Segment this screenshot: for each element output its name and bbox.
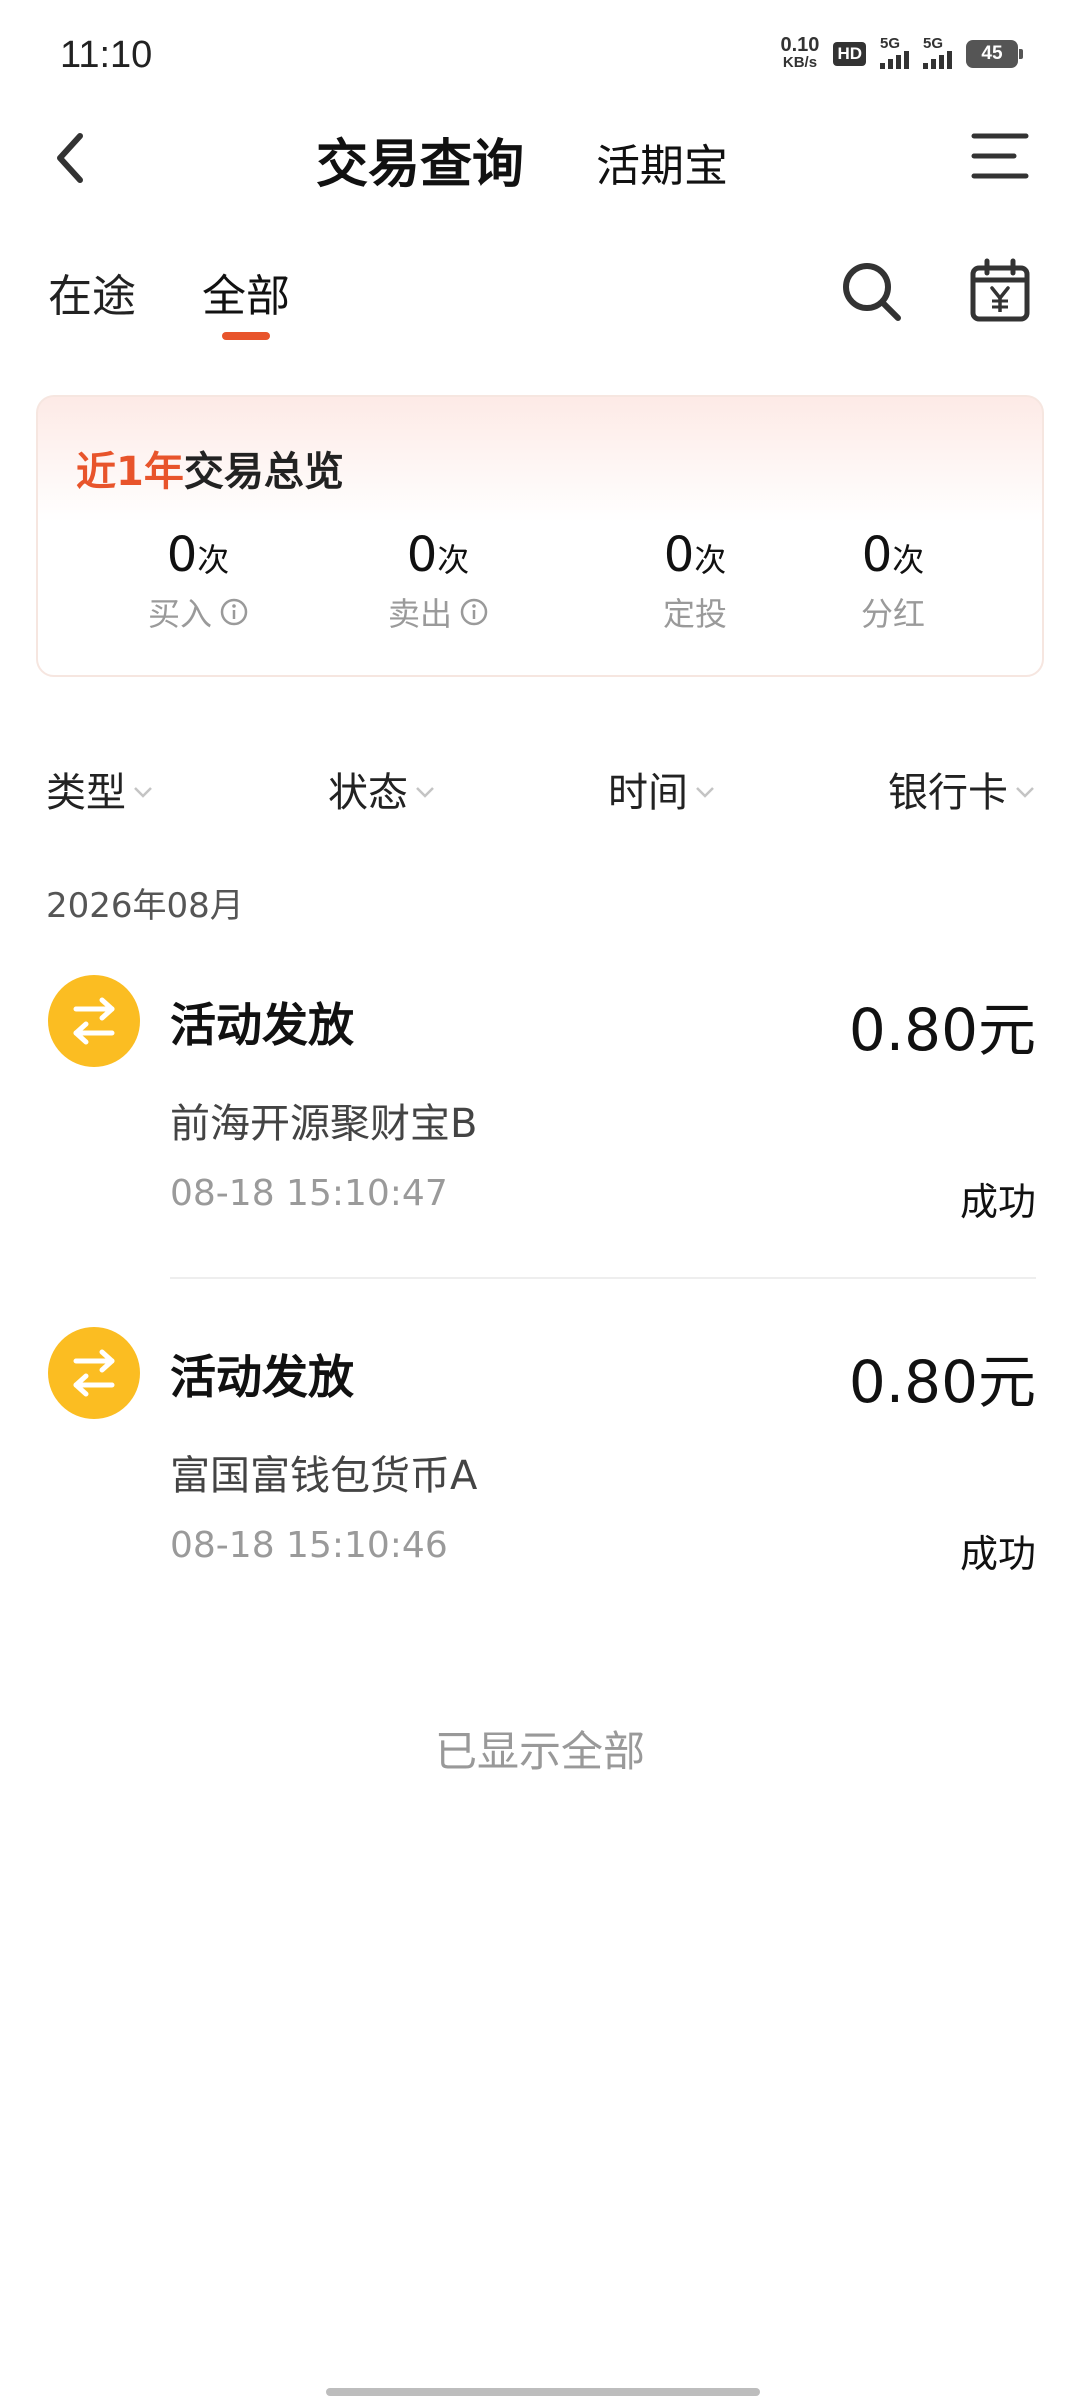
network-speed: 0.10 KB/s bbox=[780, 34, 820, 72]
signal-2-label: 5G bbox=[923, 35, 944, 52]
transaction-status: 成功 bbox=[959, 1180, 1036, 1224]
transaction-item[interactable]: 活动发放 0.80元 前海开源聚财宝B 08-18 15:10:47 成功 bbox=[0, 975, 1080, 1305]
stat-buy-value: 0 bbox=[166, 527, 198, 583]
status-time: 11:10 bbox=[60, 34, 153, 76]
search-icon[interactable] bbox=[840, 260, 904, 324]
transfer-icon bbox=[48, 975, 140, 1067]
transaction-amount: 0.80元 bbox=[848, 996, 1036, 1064]
transfer-icon bbox=[48, 1327, 140, 1419]
filter-bank-card-label: 银行卡 bbox=[888, 770, 1008, 816]
stat-dividend-unit: 次 bbox=[892, 541, 925, 579]
stat-fixed-investment-value: 0 bbox=[663, 527, 695, 583]
transaction-overview-card: 近1年交易总览 0次 买入 0次 卖出 0次 定投 0次 分红 bbox=[36, 395, 1044, 677]
stat-sell-label: 卖出 bbox=[388, 595, 453, 633]
tab-in-transit[interactable]: 在途 bbox=[48, 260, 136, 324]
info-icon[interactable] bbox=[220, 598, 248, 626]
stat-dividend: 0次 分红 bbox=[848, 527, 938, 635]
transaction-type: 活动发放 bbox=[170, 998, 354, 1052]
overview-title-text: 交易总览 bbox=[183, 449, 344, 495]
stat-sell-unit: 次 bbox=[437, 541, 470, 579]
month-group-header: 2026年08月 bbox=[46, 886, 244, 926]
tab-bar: 在途 全部 bbox=[0, 250, 1080, 350]
chevron-down-icon bbox=[1016, 787, 1034, 798]
filter-status[interactable]: 状态 bbox=[328, 760, 436, 818]
filter-bank-card[interactable]: 银行卡 bbox=[888, 760, 1036, 818]
filter-time-label: 时间 bbox=[608, 770, 688, 816]
fund-name-title[interactable]: 活期宝 bbox=[596, 130, 728, 194]
overview-title: 近1年交易总览 bbox=[76, 439, 344, 497]
filter-time[interactable]: 时间 bbox=[608, 760, 716, 818]
divider bbox=[170, 1277, 1036, 1279]
transaction-status: 成功 bbox=[959, 1532, 1036, 1576]
stat-dividend-value: 0 bbox=[861, 527, 893, 583]
transaction-time: 08-18 15:10:47 bbox=[170, 1173, 448, 1214]
stat-fixed-investment-label: 定投 bbox=[662, 595, 727, 633]
hd-voice-icon: HD bbox=[833, 42, 866, 66]
signal-1-label: 5G bbox=[880, 35, 901, 52]
transaction-item[interactable]: 活动发放 0.80元 富国富钱包货币A 08-18 15:10:46 成功 bbox=[0, 1327, 1080, 1657]
filter-bar: 类型 状态 时间 银行卡 bbox=[0, 760, 1080, 830]
chevron-down-icon bbox=[696, 787, 714, 798]
signal-2-icon: 5G bbox=[923, 35, 952, 69]
screen: 11:10 0.10 KB/s HD 5G 5G 45 交易查询 活期宝 在途 … bbox=[0, 0, 1080, 2400]
status-indicators: 0.10 KB/s HD 5G 5G 45 bbox=[780, 34, 1023, 72]
filter-type[interactable]: 类型 bbox=[46, 760, 154, 818]
stat-sell-value: 0 bbox=[406, 527, 438, 583]
stat-buy-unit: 次 bbox=[197, 541, 230, 579]
stat-buy-label: 买入 bbox=[148, 595, 213, 633]
home-indicator[interactable] bbox=[326, 2388, 760, 2396]
stat-dividend-label: 分红 bbox=[860, 595, 925, 633]
transaction-amount: 0.80元 bbox=[848, 1348, 1036, 1416]
list-end-text: 已显示全部 bbox=[434, 1727, 645, 1776]
stat-buy: 0次 买入 bbox=[148, 527, 248, 635]
tab-all[interactable]: 全部 bbox=[202, 260, 290, 324]
status-bar: 11:10 0.10 KB/s HD 5G 5G 45 bbox=[0, 0, 1080, 110]
info-icon[interactable] bbox=[460, 598, 488, 626]
overview-title-period: 近1年 bbox=[76, 449, 184, 495]
transaction-product: 富国富钱包货币A bbox=[170, 1453, 478, 1499]
stat-fixed-investment-unit: 次 bbox=[694, 541, 727, 579]
filter-status-label: 状态 bbox=[328, 770, 408, 816]
chevron-down-icon bbox=[134, 787, 152, 798]
stat-sell: 0次 卖出 bbox=[388, 527, 488, 635]
menu-icon[interactable] bbox=[970, 128, 1030, 184]
calendar-icon[interactable] bbox=[970, 258, 1030, 322]
transaction-type: 活动发放 bbox=[170, 1350, 354, 1404]
filter-type-label: 类型 bbox=[46, 770, 126, 816]
signal-1-icon: 5G bbox=[880, 35, 909, 69]
network-speed-value: 0.10 bbox=[780, 34, 820, 56]
battery-icon: 45 bbox=[966, 40, 1023, 68]
transaction-time: 08-18 15:10:46 bbox=[170, 1525, 448, 1566]
transaction-product: 前海开源聚财宝B bbox=[170, 1101, 478, 1147]
header: 交易查询 活期宝 bbox=[0, 110, 1080, 200]
network-speed-unit: KB/s bbox=[782, 54, 818, 71]
chevron-down-icon bbox=[416, 787, 434, 798]
page-title: 交易查询 bbox=[316, 135, 525, 195]
active-tab-indicator bbox=[222, 332, 270, 340]
stat-fixed-investment: 0次 定投 bbox=[650, 527, 740, 635]
back-arrow-icon[interactable] bbox=[48, 128, 96, 188]
